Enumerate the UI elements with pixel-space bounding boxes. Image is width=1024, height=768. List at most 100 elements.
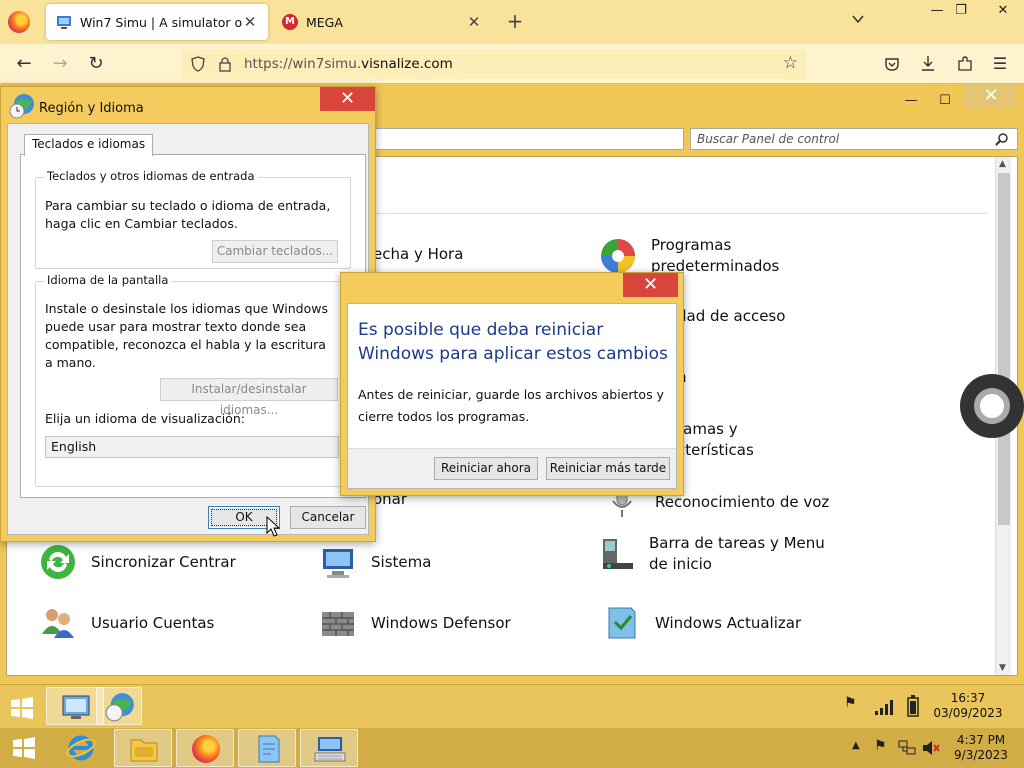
taskbar-app-window[interactable] bbox=[238, 729, 296, 767]
dialog-title: Región y Idioma bbox=[39, 101, 144, 116]
tab-page: Teclados y otros idiomas de entrada Para… bbox=[20, 154, 366, 498]
taskbar-region-language[interactable] bbox=[96, 687, 142, 725]
cp-item-user-accounts[interactable]: Usuario Cuentas bbox=[39, 604, 214, 642]
tab-close-icon[interactable]: ✕ bbox=[242, 13, 258, 31]
host-clock[interactable]: 4:37 PM 9/3/2023 bbox=[944, 733, 1018, 763]
battery-icon[interactable] bbox=[906, 695, 920, 717]
cp-item-label: Windows Defensor bbox=[371, 614, 511, 632]
speaker-muted-icon[interactable] bbox=[922, 740, 940, 756]
network-icon[interactable] bbox=[898, 740, 916, 756]
close-window-icon[interactable]: ✕ bbox=[988, 0, 1018, 22]
restore-window-icon[interactable]: ❐ bbox=[946, 0, 976, 22]
cp-item-label: Usuario Cuentas bbox=[91, 614, 215, 632]
tab-win7simu[interactable]: Win7 Simu | A simulator of Win ✕ bbox=[46, 4, 268, 40]
address-bar[interactable]: https://win7simu.visnalize.com ☆ bbox=[182, 49, 806, 79]
display-language-group: Idioma de la pantalla Instale o desinsta… bbox=[35, 273, 351, 487]
cp-item-label: Programas predeterminados bbox=[651, 236, 780, 275]
firefox-logo-icon[interactable] bbox=[8, 11, 30, 33]
show-hidden-icons-chevron-icon[interactable]: ▲ bbox=[852, 740, 860, 751]
globe-clock-icon bbox=[105, 693, 134, 722]
forward-arrow-icon[interactable]: → bbox=[48, 52, 72, 76]
bookmark-star-icon[interactable]: ☆ bbox=[783, 53, 798, 73]
cp-address-field[interactable] bbox=[372, 128, 684, 150]
group-title: Idioma de la pantalla bbox=[44, 273, 172, 287]
mouse-cursor-icon bbox=[266, 516, 280, 537]
dialog-close-button[interactable]: ✕ bbox=[320, 87, 375, 111]
cp-item-programs-features[interactable]: ramas y cterísticas bbox=[677, 419, 797, 461]
menu-hamburger-icon[interactable]: ☰ bbox=[988, 52, 1012, 76]
globe-clock-icon bbox=[9, 94, 34, 119]
user-accounts-icon bbox=[42, 609, 74, 638]
cp-item-default-programs[interactable]: Programas predeterminados bbox=[599, 235, 799, 277]
host-flag-icon[interactable]: ⚑ bbox=[874, 738, 887, 754]
extensions-icon[interactable] bbox=[956, 55, 974, 73]
simulated-taskbar: ⚑ 16:37 03/09/2023 bbox=[0, 684, 1024, 728]
input-languages-group: Teclados y otros idiomas de entrada Para… bbox=[35, 169, 351, 269]
restart-close-button[interactable]: ✕ bbox=[623, 273, 678, 297]
cp-item-accessibility[interactable]: dad de acceso bbox=[677, 307, 785, 325]
cp-maximize-icon[interactable]: ☐ bbox=[930, 90, 960, 112]
back-arrow-icon[interactable]: ← bbox=[12, 52, 36, 76]
cancel-button[interactable]: Cancelar bbox=[290, 506, 366, 529]
host-start-windows-icon[interactable] bbox=[12, 737, 36, 759]
reload-icon[interactable]: ↻ bbox=[84, 52, 108, 76]
pocket-icon[interactable] bbox=[884, 56, 900, 72]
display-language-select[interactable]: English bbox=[45, 436, 339, 458]
cp-item-label: ramas y cterísticas bbox=[677, 420, 754, 459]
tab-title: Win7 Simu | A simulator of Win bbox=[80, 14, 242, 30]
window-app-icon bbox=[258, 735, 280, 763]
taskbar-icon bbox=[603, 539, 633, 569]
taskbar-internet-explorer[interactable] bbox=[52, 729, 110, 767]
cp-scrollbar-thumb[interactable] bbox=[998, 173, 1010, 525]
taskbar-keyboard-app[interactable] bbox=[300, 729, 358, 767]
group-description: Para cambiar su teclado o idioma de entr… bbox=[45, 198, 331, 231]
taskbar-firefox[interactable] bbox=[176, 729, 234, 767]
restart-dialog: ✕ Es posible que deba reiniciar Windows … bbox=[340, 272, 684, 496]
search-icon[interactable] bbox=[995, 132, 1009, 146]
cp-minimize-icon[interactable]: — bbox=[896, 90, 926, 112]
cp-item-sync-center[interactable]: Sincronizar Centrar bbox=[39, 543, 236, 581]
default-programs-icon bbox=[601, 239, 635, 273]
restart-later-button[interactable]: Reiniciar más tarde bbox=[546, 457, 670, 480]
cp-item-windows-defender[interactable]: Windows Defensor bbox=[319, 604, 511, 642]
mega-favicon-icon: M bbox=[282, 14, 298, 30]
restart-message: Antes de reiniciar, guarde los archivos … bbox=[358, 387, 664, 424]
cp-item-label: Sistema bbox=[371, 553, 432, 571]
firefox-icon bbox=[192, 735, 220, 763]
tab-keyboards-languages[interactable]: Teclados e idiomas bbox=[24, 134, 154, 156]
new-tab-button[interactable]: + bbox=[504, 10, 526, 32]
cp-item-windows-update[interactable]: Windows Actualizar bbox=[603, 604, 801, 642]
cp-item-label: echa y Hora bbox=[373, 245, 464, 263]
browser-tab-bar: Win7 Simu | A simulator of Win ✕ M MEGA … bbox=[0, 0, 1024, 44]
cp-search-input[interactable]: Buscar Panel de control bbox=[690, 128, 1018, 150]
start-windows-icon[interactable] bbox=[10, 697, 34, 719]
downloads-icon[interactable] bbox=[920, 55, 936, 73]
simulated-clock[interactable]: 16:37 03/09/2023 bbox=[928, 691, 1008, 721]
cp-close-icon[interactable]: ✕ bbox=[964, 84, 1018, 108]
group-title: Teclados y otros idiomas de entrada bbox=[44, 169, 258, 183]
list-tabs-chevron-icon[interactable] bbox=[848, 12, 868, 32]
windows-update-icon bbox=[608, 607, 636, 639]
tab-mega[interactable]: M MEGA ✕ bbox=[272, 4, 492, 40]
url-text: https://win7simu.visnalize.com bbox=[244, 56, 453, 72]
shield-icon[interactable] bbox=[190, 56, 206, 72]
restart-heading: Es posible que deba reiniciar Windows pa… bbox=[358, 320, 668, 364]
flag-icon[interactable]: ⚑ bbox=[844, 695, 857, 711]
restart-button-bar: Reiniciar ahora Reiniciar más tarde bbox=[348, 448, 676, 488]
control-panel-icon bbox=[62, 695, 90, 719]
clock-time: 16:37 bbox=[950, 691, 986, 705]
lock-icon[interactable] bbox=[218, 56, 232, 72]
system-computer-icon bbox=[323, 549, 353, 578]
change-keyboards-button[interactable]: Cambiar teclados... bbox=[212, 240, 338, 263]
install-languages-button[interactable]: Instalar/desinstalar idiomas... bbox=[160, 378, 338, 417]
signal-bars-icon[interactable] bbox=[874, 699, 894, 715]
taskbar-file-explorer[interactable] bbox=[114, 729, 172, 767]
tab-close-icon[interactable]: ✕ bbox=[466, 13, 482, 31]
cp-item-system[interactable]: Sistema bbox=[319, 543, 431, 581]
restart-now-button[interactable]: Reiniciar ahora bbox=[434, 457, 538, 480]
cp-item-date-time[interactable]: echa y Hora bbox=[373, 245, 463, 263]
dialog-body: Teclados e idiomas Teclados y otros idio… bbox=[7, 123, 369, 535]
cp-item-label: Sincronizar Centrar bbox=[91, 553, 236, 571]
cp-item-taskbar-start[interactable]: Barra de tareas y Menu de inicio bbox=[597, 533, 837, 575]
tab-title: MEGA bbox=[306, 14, 343, 30]
